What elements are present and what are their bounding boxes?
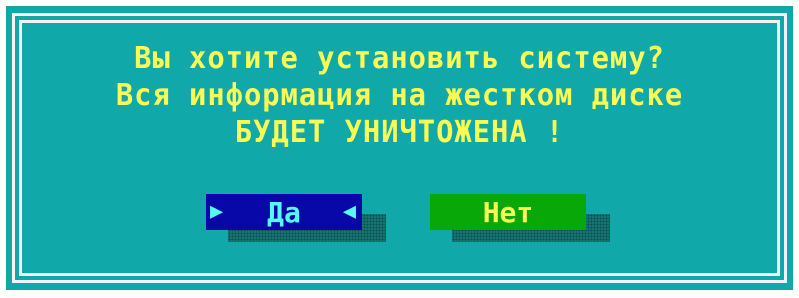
screen: Вы хотите установить систему? Вся информ… bbox=[0, 0, 799, 298]
yes-button-group: ▶ Да ◀ bbox=[206, 194, 396, 254]
message-line-destroyed: БУДЕТ УНИЧТОЖЕНА ! bbox=[234, 115, 565, 150]
no-button-label: Нет bbox=[482, 195, 534, 229]
yes-button[interactable]: ▶ Да ◀ bbox=[206, 194, 362, 230]
message-line-warning: Вся информация на жестком диске bbox=[115, 78, 684, 113]
triangle-right-icon: ▶ bbox=[210, 199, 224, 224]
yes-button-label: Да bbox=[267, 195, 301, 229]
message-line-question: Вы хотите установить систему? bbox=[134, 41, 665, 76]
dialog-message: Вы хотите установить систему? Вся информ… bbox=[22, 40, 778, 151]
no-button[interactable]: Нет bbox=[430, 194, 586, 230]
confirm-install-dialog: Вы хотите установить систему? Вся информ… bbox=[6, 6, 793, 290]
no-button-group: Нет bbox=[430, 194, 620, 254]
triangle-left-icon: ◀ bbox=[342, 199, 356, 224]
